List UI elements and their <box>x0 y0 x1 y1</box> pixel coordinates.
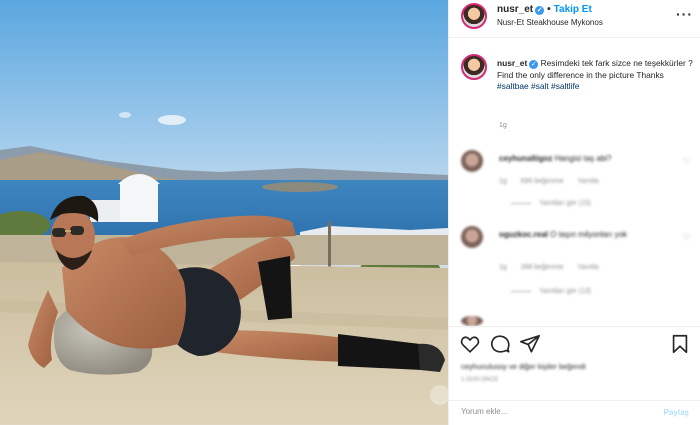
comment-time: 1g <box>499 178 507 185</box>
view-replies-button[interactable]: Yanıtları gör (15) <box>511 200 591 207</box>
more-options-icon[interactable]: ··· <box>676 6 693 22</box>
commenter-avatar[interactable] <box>461 316 483 326</box>
bookmark-icon[interactable] <box>669 333 691 355</box>
post-date: 1 GÜN ÖNCE <box>461 377 499 383</box>
caption-username[interactable]: nusr_et <box>497 58 527 68</box>
author-avatar[interactable] <box>461 3 487 29</box>
author-username[interactable]: nusr_et <box>497 4 533 15</box>
comment-icon[interactable] <box>489 333 511 355</box>
comment-like-icon[interactable]: ♡ <box>683 156 691 167</box>
comment-like-icon[interactable]: ♡ <box>683 232 691 243</box>
post-location[interactable]: Nusr-Et Steakhouse Mykonos <box>497 18 603 27</box>
hashtag-link[interactable]: #saltbae <box>497 81 529 91</box>
hashtag-link[interactable]: #saltlife <box>551 81 579 91</box>
comment-item-partial <box>461 316 697 326</box>
post-actions <box>449 326 700 364</box>
likes-summary[interactable]: ceyhunulusoy ve diğer kişiler beğendi <box>461 362 586 371</box>
comment-text: Hangisi taş abi? <box>554 154 612 163</box>
commenter-username[interactable]: oguzkoc.real <box>499 230 548 239</box>
comment-likes[interactable]: 398 beğenme <box>521 264 564 271</box>
heart-icon[interactable] <box>459 333 481 355</box>
comment-text: O taşın milyonları yok <box>550 230 628 239</box>
view-replies-button[interactable]: Yanıtları gör (13) <box>511 288 591 295</box>
comment-input[interactable] <box>461 407 641 416</box>
hashtag-link[interactable]: #salt <box>531 81 549 91</box>
commenter-avatar[interactable] <box>461 150 483 172</box>
commenter-avatar[interactable] <box>461 226 483 248</box>
post-sidebar: nusr_et ✓ • Takip Et Nusr-Et Steakhouse Myk… <box>448 0 700 425</box>
comment-time: 1g <box>499 264 507 271</box>
separator-dot: • <box>547 4 551 15</box>
comment-item: ceyhunaltigoz Hangisi taş abi? 1g 699 be… <box>461 150 697 220</box>
comment-item: oguzkoc.real O taşın milyonları yok 1g 3… <box>461 226 697 296</box>
post-header: nusr_et ✓ • Takip Et Nusr-Et Steakhouse Myk… <box>449 0 700 38</box>
caption-avatar[interactable] <box>461 54 487 80</box>
reply-button[interactable]: Yanıtla <box>577 178 598 185</box>
post-image <box>0 0 448 425</box>
post-comment-button[interactable]: Paylaş <box>664 408 689 417</box>
post-photo[interactable] <box>0 0 448 425</box>
caption-time: 1g <box>499 122 507 129</box>
commenter-username[interactable]: ceyhunaltigoz <box>499 154 552 163</box>
comment-composer: Paylaş <box>449 400 700 425</box>
follow-button[interactable]: Takip Et <box>554 4 592 15</box>
paper-plane-icon[interactable] <box>519 333 541 355</box>
verified-badge-icon: ✓ <box>535 6 545 15</box>
reply-button[interactable]: Yanıtla <box>577 264 598 271</box>
comment-likes[interactable]: 699 beğenme <box>521 178 564 185</box>
verified-badge-icon: ✓ <box>529 60 539 69</box>
